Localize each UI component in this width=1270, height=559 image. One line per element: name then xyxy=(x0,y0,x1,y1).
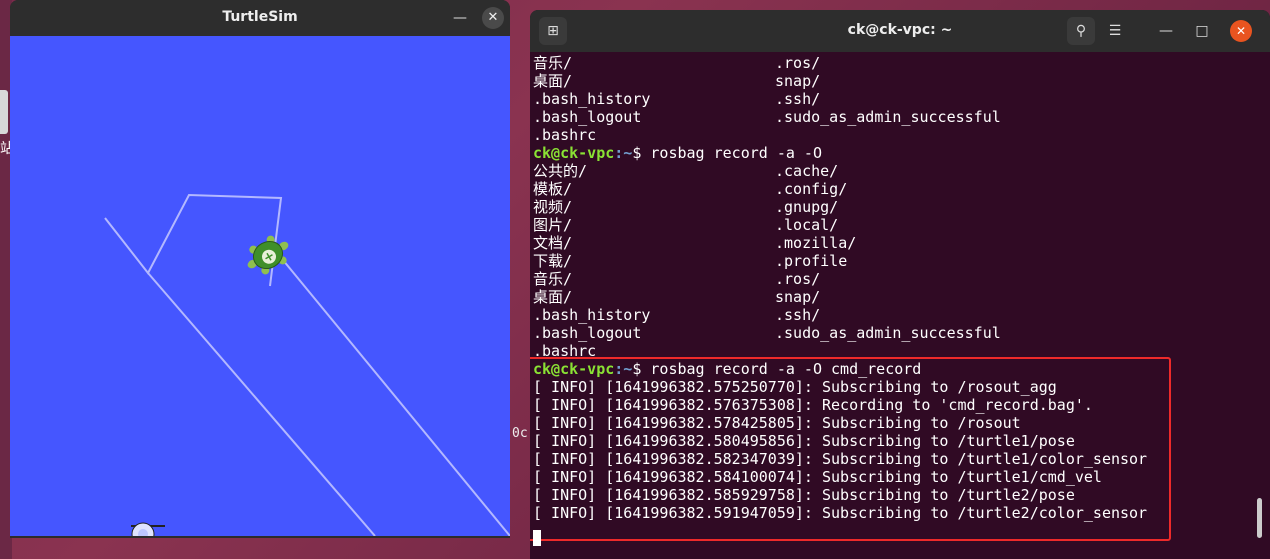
terminal-cursor xyxy=(533,530,541,546)
listing-entry-left: 视频/ xyxy=(533,198,573,216)
terminal-listing-line: 桌面/snap/ xyxy=(533,288,820,306)
terminal-log-line: [ INFO] [1641996382.575250770]: Subscrib… xyxy=(533,378,1057,396)
listing-entry-right: .ssh/ xyxy=(775,90,821,108)
listing-entry-left: 图片/ xyxy=(533,216,573,234)
listing-entry-left: 模板/ xyxy=(533,180,573,198)
terminal-listing-line: .bash_logout .sudo_as_admin_successful xyxy=(533,108,1001,126)
turtlesim-canvas xyxy=(10,36,510,538)
prompt-user-host: ck@ck-vpc xyxy=(533,360,615,378)
close-icon[interactable]: ✕ xyxy=(1230,20,1252,42)
listing-entry-left: .bashrc xyxy=(533,126,597,144)
terminal-listing-line: 图片/ .local/ xyxy=(533,216,838,234)
listing-entry-left: 公共的/ xyxy=(533,162,588,180)
search-icon[interactable]: ⚲ xyxy=(1067,17,1095,45)
prompt-path: :~ xyxy=(614,144,633,162)
terminal-prompt-line: ck@ck-vpc:~$ rosbag record -a -O xyxy=(533,144,822,162)
prompt-user-host: ck@ck-vpc xyxy=(533,144,615,162)
terminal-listing-line: 视频/ .gnupg/ xyxy=(533,198,838,216)
terminal-listing-line: 文档/ .mozilla/ xyxy=(533,234,856,252)
listing-entry-left: 文档/ xyxy=(533,234,573,252)
terminal-log-line: [ INFO] [1641996382.576375308]: Recordin… xyxy=(533,396,1093,414)
terminal-listing-line: .bash_history .ssh/ xyxy=(533,306,820,324)
listing-entry-right: snap/ xyxy=(775,288,821,306)
listing-entry-right: .ros/ xyxy=(775,270,821,288)
desktop-text-fragment: 0c xyxy=(512,426,528,441)
listing-entry-left: 下载/ xyxy=(533,252,573,270)
terminal-output[interactable]: 音乐/.ros/桌面/snap/.bash_history .ssh/.bash_… xyxy=(530,52,1253,559)
prompt-path: :~ xyxy=(614,360,633,378)
terminal-scrollbar[interactable] xyxy=(1257,498,1262,538)
turtlesim-window[interactable]: TurtleSim — ✕ xyxy=(10,0,510,538)
terminal-titlebar[interactable]: ⊞ ck@ck-vpc: ~ ⚲ ☰ — □ ✕ xyxy=(530,10,1270,52)
turtle-pen-trail xyxy=(104,193,283,287)
listing-entry-right: .sudo_as_admin_successful xyxy=(775,324,1001,342)
terminal-listing-line: 桌面/snap/ xyxy=(533,72,820,90)
listing-entry-right: .local/ xyxy=(775,216,839,234)
terminal-listing-line: .bash_history .ssh/ xyxy=(533,90,820,108)
listing-entry-left: .bash_logout xyxy=(533,324,642,342)
listing-entry-right: .ssh/ xyxy=(775,306,821,324)
terminal-log-line: [ INFO] [1641996382.585929758]: Subscrib… xyxy=(533,486,1075,504)
prompt-command: $ rosbag record -a -O cmd_record xyxy=(632,360,922,378)
turtle-path-drawing xyxy=(104,193,510,538)
hamburger-menu-icon[interactable]: ☰ xyxy=(1101,17,1129,45)
listing-entry-right: .sudo_as_admin_successful xyxy=(775,108,1001,126)
terminal-listing-line: .bashrc xyxy=(533,126,596,144)
window-title: TurtleSim xyxy=(222,9,298,25)
listing-entry-left: 桌面/ xyxy=(533,288,573,306)
listing-entry-right: .mozilla/ xyxy=(775,234,857,252)
terminal-listing-line: 公共的/ .cache/ xyxy=(533,162,838,180)
listing-entry-right: .config/ xyxy=(775,180,848,198)
terminal-log-line: [ INFO] [1641996382.584100074]: Subscrib… xyxy=(533,468,1102,486)
terminal-log-line: [ INFO] [1641996382.580495856]: Subscrib… xyxy=(533,432,1075,450)
terminal-listing-line: 音乐/ .ros/ xyxy=(533,270,820,288)
terminal-log-line: [ INFO] [1641996382.578425805]: Subscrib… xyxy=(533,414,1021,432)
terminal-listing-line: 下载/ .profile xyxy=(533,252,847,270)
minimize-icon[interactable]: — xyxy=(450,8,470,28)
listing-entry-left: 音乐/ xyxy=(533,270,573,288)
listing-entry-right: .profile xyxy=(775,252,848,270)
terminal-log-line: [ INFO] [1641996382.591947059]: Subscrib… xyxy=(533,504,1148,522)
listing-entry-right: .cache/ xyxy=(775,162,839,180)
terminal-listing-line: .bash_logout .sudo_as_admin_successful xyxy=(533,324,1001,342)
terminal-listing-line: .bashrc xyxy=(533,342,596,360)
terminal-listing-line: 模板/ .config/ xyxy=(533,180,847,198)
prompt-command: $ rosbag record -a -O xyxy=(632,144,822,162)
turtle-pen-trail-diagonal-2 xyxy=(277,253,510,537)
terminal-listing-line: 音乐/ .ros/ xyxy=(533,54,820,72)
listing-entry-left: .bashrc xyxy=(533,342,597,360)
dock-handle[interactable] xyxy=(0,90,8,134)
terminal-prompt-line: ck@ck-vpc:~$ rosbag record -a -O cmd_rec… xyxy=(533,360,921,378)
listing-entry-right: .gnupg/ xyxy=(775,198,839,216)
turtle2-sprite xyxy=(131,522,165,538)
minimize-icon[interactable]: — xyxy=(1152,17,1180,45)
listing-entry-left: .bash_logout xyxy=(533,108,642,126)
maximize-icon[interactable]: □ xyxy=(1188,17,1216,45)
turtlesim-titlebar[interactable]: TurtleSim — ✕ xyxy=(10,0,510,36)
terminal-log-line: [ INFO] [1641996382.582347039]: Subscrib… xyxy=(533,450,1148,468)
terminal-window[interactable]: ⊞ ck@ck-vpc: ~ ⚲ ☰ — □ ✕ 音乐/ .ros/桌面/snap… xyxy=(530,10,1270,559)
turtle-pen-trail-diagonal xyxy=(147,272,376,537)
listing-entry-left: 音乐/ xyxy=(533,54,573,72)
listing-entry-left: .bash_history xyxy=(533,306,651,324)
turtle1-sprite xyxy=(247,235,289,275)
listing-entry-left: .bash_history xyxy=(533,90,651,108)
close-icon[interactable]: ✕ xyxy=(482,7,504,29)
listing-entry-right: .ros/ xyxy=(775,54,821,72)
listing-entry-right: snap/ xyxy=(775,72,821,90)
listing-entry-left: 桌面/ xyxy=(533,72,573,90)
